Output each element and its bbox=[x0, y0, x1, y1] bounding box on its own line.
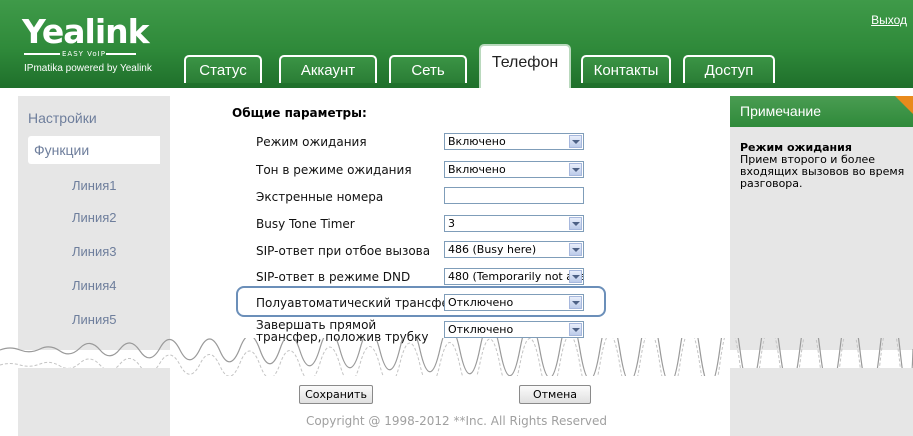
logo-divider-right bbox=[106, 53, 136, 55]
call-waiting-label: Режим ожидания bbox=[256, 135, 367, 149]
tab-account[interactable]: Аккаунт bbox=[279, 55, 377, 83]
sidebar-item-line2[interactable]: Линия2 bbox=[72, 210, 117, 225]
logo: Yealink bbox=[22, 12, 150, 51]
blind-transfer-onhook-select[interactable]: Отключено bbox=[444, 321, 584, 338]
logo-divider-left bbox=[24, 53, 60, 55]
sip-reject-label: SIP-ответ при отбое вызова bbox=[256, 244, 431, 258]
sip-reject-select[interactable]: 486 (Busy here) bbox=[444, 241, 584, 258]
save-button[interactable]: Сохранить bbox=[299, 385, 373, 404]
sip-dnd-select[interactable]: 480 (Temporarily not ava bbox=[444, 268, 584, 285]
note-text: Прием второго и более входящих вызовов в… bbox=[740, 153, 905, 190]
note-corner-icon bbox=[895, 96, 913, 114]
powered-by-text: IPmatika powered by Yealink bbox=[24, 63, 152, 74]
sip-reject-value: 486 (Busy here) bbox=[448, 243, 537, 256]
copyright-text: Copyright @ 1998-2012 **Inc. All Rights … bbox=[305, 414, 608, 428]
emergency-numbers-input[interactable] bbox=[444, 187, 584, 204]
sidebar-item-line3[interactable]: Линия3 bbox=[72, 244, 117, 259]
sidebar-item-line4[interactable]: Линия4 bbox=[72, 278, 117, 293]
note-header: Примечание bbox=[730, 96, 913, 127]
call-waiting-tone-value: Включено bbox=[448, 163, 506, 176]
tab-phone[interactable]: Телефон bbox=[479, 44, 571, 88]
tab-network[interactable]: Сеть bbox=[389, 55, 467, 83]
sip-dnd-value: 480 (Temporarily not ava bbox=[448, 270, 584, 283]
torn-edge bbox=[0, 338, 913, 376]
emergency-numbers-label: Экстренные номера bbox=[256, 190, 384, 204]
cancel-button[interactable]: Отмена bbox=[519, 385, 591, 404]
call-waiting-tone-label: Тон в режиме ожидания bbox=[256, 163, 412, 177]
chevron-down-icon[interactable] bbox=[569, 243, 582, 256]
busy-tone-timer-select[interactable]: 3 bbox=[444, 215, 584, 232]
busy-tone-timer-label: Busy Tone Timer bbox=[256, 217, 355, 231]
sidebar-item-settings[interactable]: Настройки bbox=[28, 110, 97, 126]
tab-contacts[interactable]: Контакты bbox=[581, 55, 671, 83]
semi-attended-transfer-select[interactable]: Отключено bbox=[444, 294, 584, 311]
sip-dnd-label: SIP-ответ в режиме DND bbox=[256, 270, 411, 284]
chevron-down-icon[interactable] bbox=[569, 296, 582, 309]
call-waiting-tone-select[interactable]: Включено bbox=[444, 161, 584, 178]
semi-attended-transfer-value: Отключено bbox=[448, 296, 514, 309]
tab-status[interactable]: Статус bbox=[184, 55, 262, 83]
sidebar-item-line1[interactable]: Линия1 bbox=[72, 178, 117, 193]
logo-tagline: EASY VoIP bbox=[62, 50, 106, 58]
sidebar-item-line5[interactable]: Линия5 bbox=[72, 312, 117, 327]
section-title: Общие параметры: bbox=[232, 106, 367, 120]
semi-attended-transfer-label: Полуавтоматический трансфер bbox=[256, 296, 457, 310]
logout-link[interactable]: Выход bbox=[871, 13, 907, 27]
call-waiting-value: Включено bbox=[448, 135, 506, 148]
chevron-down-icon[interactable] bbox=[569, 270, 582, 283]
chevron-down-icon[interactable] bbox=[569, 163, 582, 176]
tab-access[interactable]: Доступ bbox=[683, 55, 775, 83]
call-waiting-select[interactable]: Включено bbox=[444, 133, 584, 150]
chevron-down-icon[interactable] bbox=[569, 217, 582, 230]
busy-tone-timer-value: 3 bbox=[448, 217, 455, 230]
note-body: Режим ожидания Прием второго и более вхо… bbox=[740, 142, 905, 190]
chevron-down-icon[interactable] bbox=[569, 135, 582, 148]
blind-transfer-onhook-value: Отключено bbox=[448, 323, 514, 336]
sidebar-item-features[interactable]: Функции bbox=[34, 142, 89, 158]
chevron-down-icon[interactable] bbox=[569, 323, 582, 336]
